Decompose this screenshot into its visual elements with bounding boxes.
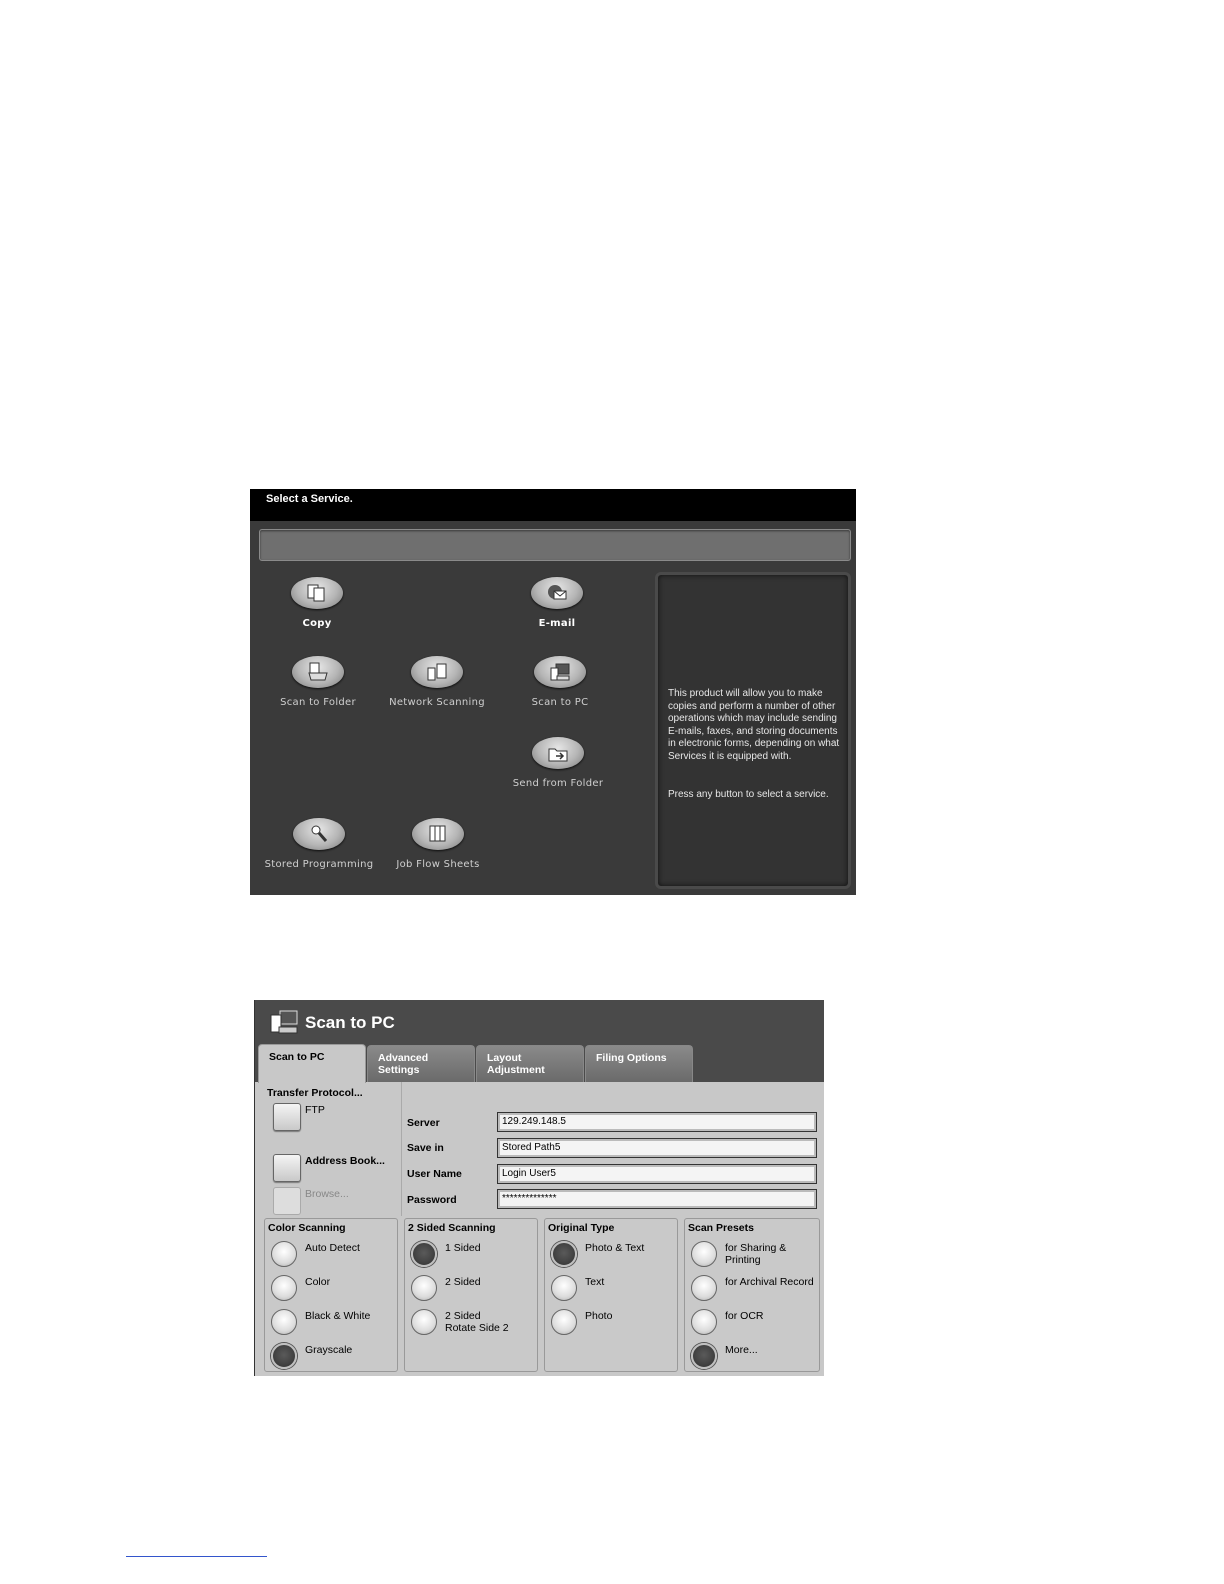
job-flow-sheets-icon <box>412 818 464 850</box>
option-label: Auto Detect <box>305 1242 360 1254</box>
two-sided-scanning-group: 2 Sided Scanning 1 Sided 2 Sided 2 Sided… <box>404 1218 538 1372</box>
group-title: Original Type <box>548 1222 615 1234</box>
scan-to-pc-screen: Scan to PC Scan to PC Advanced Settings … <box>254 1000 824 1376</box>
group-title: Scan Presets <box>688 1222 754 1234</box>
service-label: Send from Folder <box>512 778 604 789</box>
tab-label: Advanced Settings <box>378 1052 429 1076</box>
password-label: Password <box>407 1194 457 1206</box>
option-label: 2 Sided Rotate Side 2 <box>445 1310 509 1334</box>
service-job-flow-sheets-button[interactable]: Job Flow Sheets <box>373 818 503 870</box>
server-label: Server <box>407 1117 440 1129</box>
option-label: for Archival Record <box>725 1276 814 1288</box>
server-field[interactable]: 129.249.148.5 <box>497 1112 817 1132</box>
option-label: for OCR <box>725 1310 764 1322</box>
radio-for-archival-record[interactable] <box>691 1275 717 1301</box>
transfer-protocol-label: Transfer Protocol... <box>267 1087 363 1099</box>
color-scanning-group: Color Scanning Auto Detect Color Black &… <box>264 1218 398 1372</box>
option-label: Text <box>585 1276 605 1288</box>
tab-label: Scan to PC <box>269 1051 325 1063</box>
radio-grayscale[interactable] <box>271 1343 297 1369</box>
service-label: Scan to PC <box>531 697 589 708</box>
service-scan-to-folder-button[interactable]: Scan to Folder <box>253 656 383 708</box>
radio-photo-and-text[interactable] <box>551 1241 577 1267</box>
group-title: 2 Sided Scanning <box>408 1222 496 1234</box>
stored-programming-icon <box>293 818 345 850</box>
option-label: 2 Sided <box>445 1276 481 1288</box>
protocol-value: FTP <box>305 1104 325 1116</box>
tab-label: Filing Options <box>596 1052 667 1064</box>
message-bar <box>259 529 851 561</box>
service-label: Scan to Folder <box>280 697 356 708</box>
info-text: This product will allow you to make copi… <box>668 688 840 762</box>
service-email-button[interactable]: E-mail <box>492 577 622 629</box>
service-label: Network Scanning <box>389 697 485 708</box>
original-type-group: Original Type Photo & Text Text Photo <box>544 1218 678 1372</box>
radio-photo[interactable] <box>551 1309 577 1335</box>
option-label: Color <box>305 1276 331 1288</box>
radio-1-sided[interactable] <box>411 1241 437 1267</box>
service-stored-programming-button[interactable]: Stored Programming <box>254 818 384 870</box>
scan-to-pc-icon <box>268 1008 300 1041</box>
radio-color[interactable] <box>271 1275 297 1301</box>
tab-layout-adjustment[interactable]: Layout Adjustment <box>476 1045 584 1082</box>
service-scan-to-pc-button[interactable]: Scan to PC <box>495 656 625 708</box>
screen-header: Select a Service. <box>250 489 856 521</box>
send-from-folder-icon <box>532 737 584 769</box>
radio-2-sided-rotate[interactable] <box>411 1309 437 1335</box>
radio-2-sided[interactable] <box>411 1275 437 1301</box>
scan-to-folder-icon <box>292 656 344 688</box>
page-title: Scan to PC <box>305 1013 395 1032</box>
service-network-scanning-button[interactable]: Network Scanning <box>372 656 502 708</box>
option-label: for Sharing & Printing <box>725 1242 787 1266</box>
password-field[interactable]: ************** <box>497 1189 817 1209</box>
tab-advanced-settings[interactable]: Advanced Settings <box>367 1045 475 1082</box>
option-label: Photo & Text <box>585 1242 645 1254</box>
scan-presets-group: Scan Presets for Sharing & Printing for … <box>684 1218 820 1372</box>
service-label: Stored Programming <box>264 859 374 870</box>
option-label: Black & White <box>305 1310 371 1322</box>
divider <box>401 1082 402 1216</box>
tab-filing-options[interactable]: Filing Options <box>585 1045 693 1082</box>
service-label: E-mail <box>538 618 576 629</box>
email-icon <box>531 577 583 609</box>
tab-scan-to-pc[interactable]: Scan to PC <box>258 1044 366 1083</box>
save-in-field[interactable]: Stored Path5 <box>497 1138 817 1158</box>
tab-label: Layout Adjustment <box>487 1052 545 1076</box>
address-book-button[interactable] <box>273 1154 301 1182</box>
browse-button[interactable] <box>273 1187 301 1215</box>
radio-text[interactable] <box>551 1275 577 1301</box>
option-label: Grayscale <box>305 1344 353 1356</box>
address-book-label: Address Book... <box>305 1155 385 1167</box>
service-copy-button[interactable]: Copy <box>252 577 382 629</box>
browse-label: Browse... <box>305 1188 349 1200</box>
service-label: Copy <box>302 618 332 629</box>
radio-black-and-white[interactable] <box>271 1309 297 1335</box>
user-name-label: User Name <box>407 1168 462 1180</box>
service-send-from-folder-button[interactable]: Send from Folder <box>493 737 623 789</box>
group-title: Color Scanning <box>268 1222 346 1234</box>
screen-header-text: Select a Service. <box>266 493 353 505</box>
radio-for-ocr[interactable] <box>691 1309 717 1335</box>
footer-link-line <box>126 1556 267 1557</box>
option-label: Photo <box>585 1310 613 1322</box>
user-name-field[interactable]: Login User5 <box>497 1164 817 1184</box>
copy-icon <box>291 577 343 609</box>
select-service-screen: Select a Service. Copy E-mail Scan to Fo… <box>250 489 856 895</box>
scan-to-pc-icon <box>534 656 586 688</box>
network-scanning-icon <box>411 656 463 688</box>
option-label: 1 Sided <box>445 1242 481 1254</box>
option-label: More... <box>725 1344 758 1356</box>
info-panel: This product will allow you to make copi… <box>655 572 851 889</box>
scan-to-pc-header: Scan to PC Scan to PC Advanced Settings … <box>255 1000 824 1083</box>
service-label: Job Flow Sheets <box>396 859 480 870</box>
radio-auto-detect[interactable] <box>271 1241 297 1267</box>
radio-more[interactable] <box>691 1343 717 1369</box>
info-prompt: Press any button to select a service. <box>668 789 829 800</box>
transfer-protocol-button[interactable] <box>273 1103 301 1131</box>
scan-to-pc-body: Transfer Protocol... FTP Address Book...… <box>255 1082 824 1376</box>
save-in-label: Save in <box>407 1142 444 1154</box>
radio-for-sharing-and-printing[interactable] <box>691 1241 717 1267</box>
